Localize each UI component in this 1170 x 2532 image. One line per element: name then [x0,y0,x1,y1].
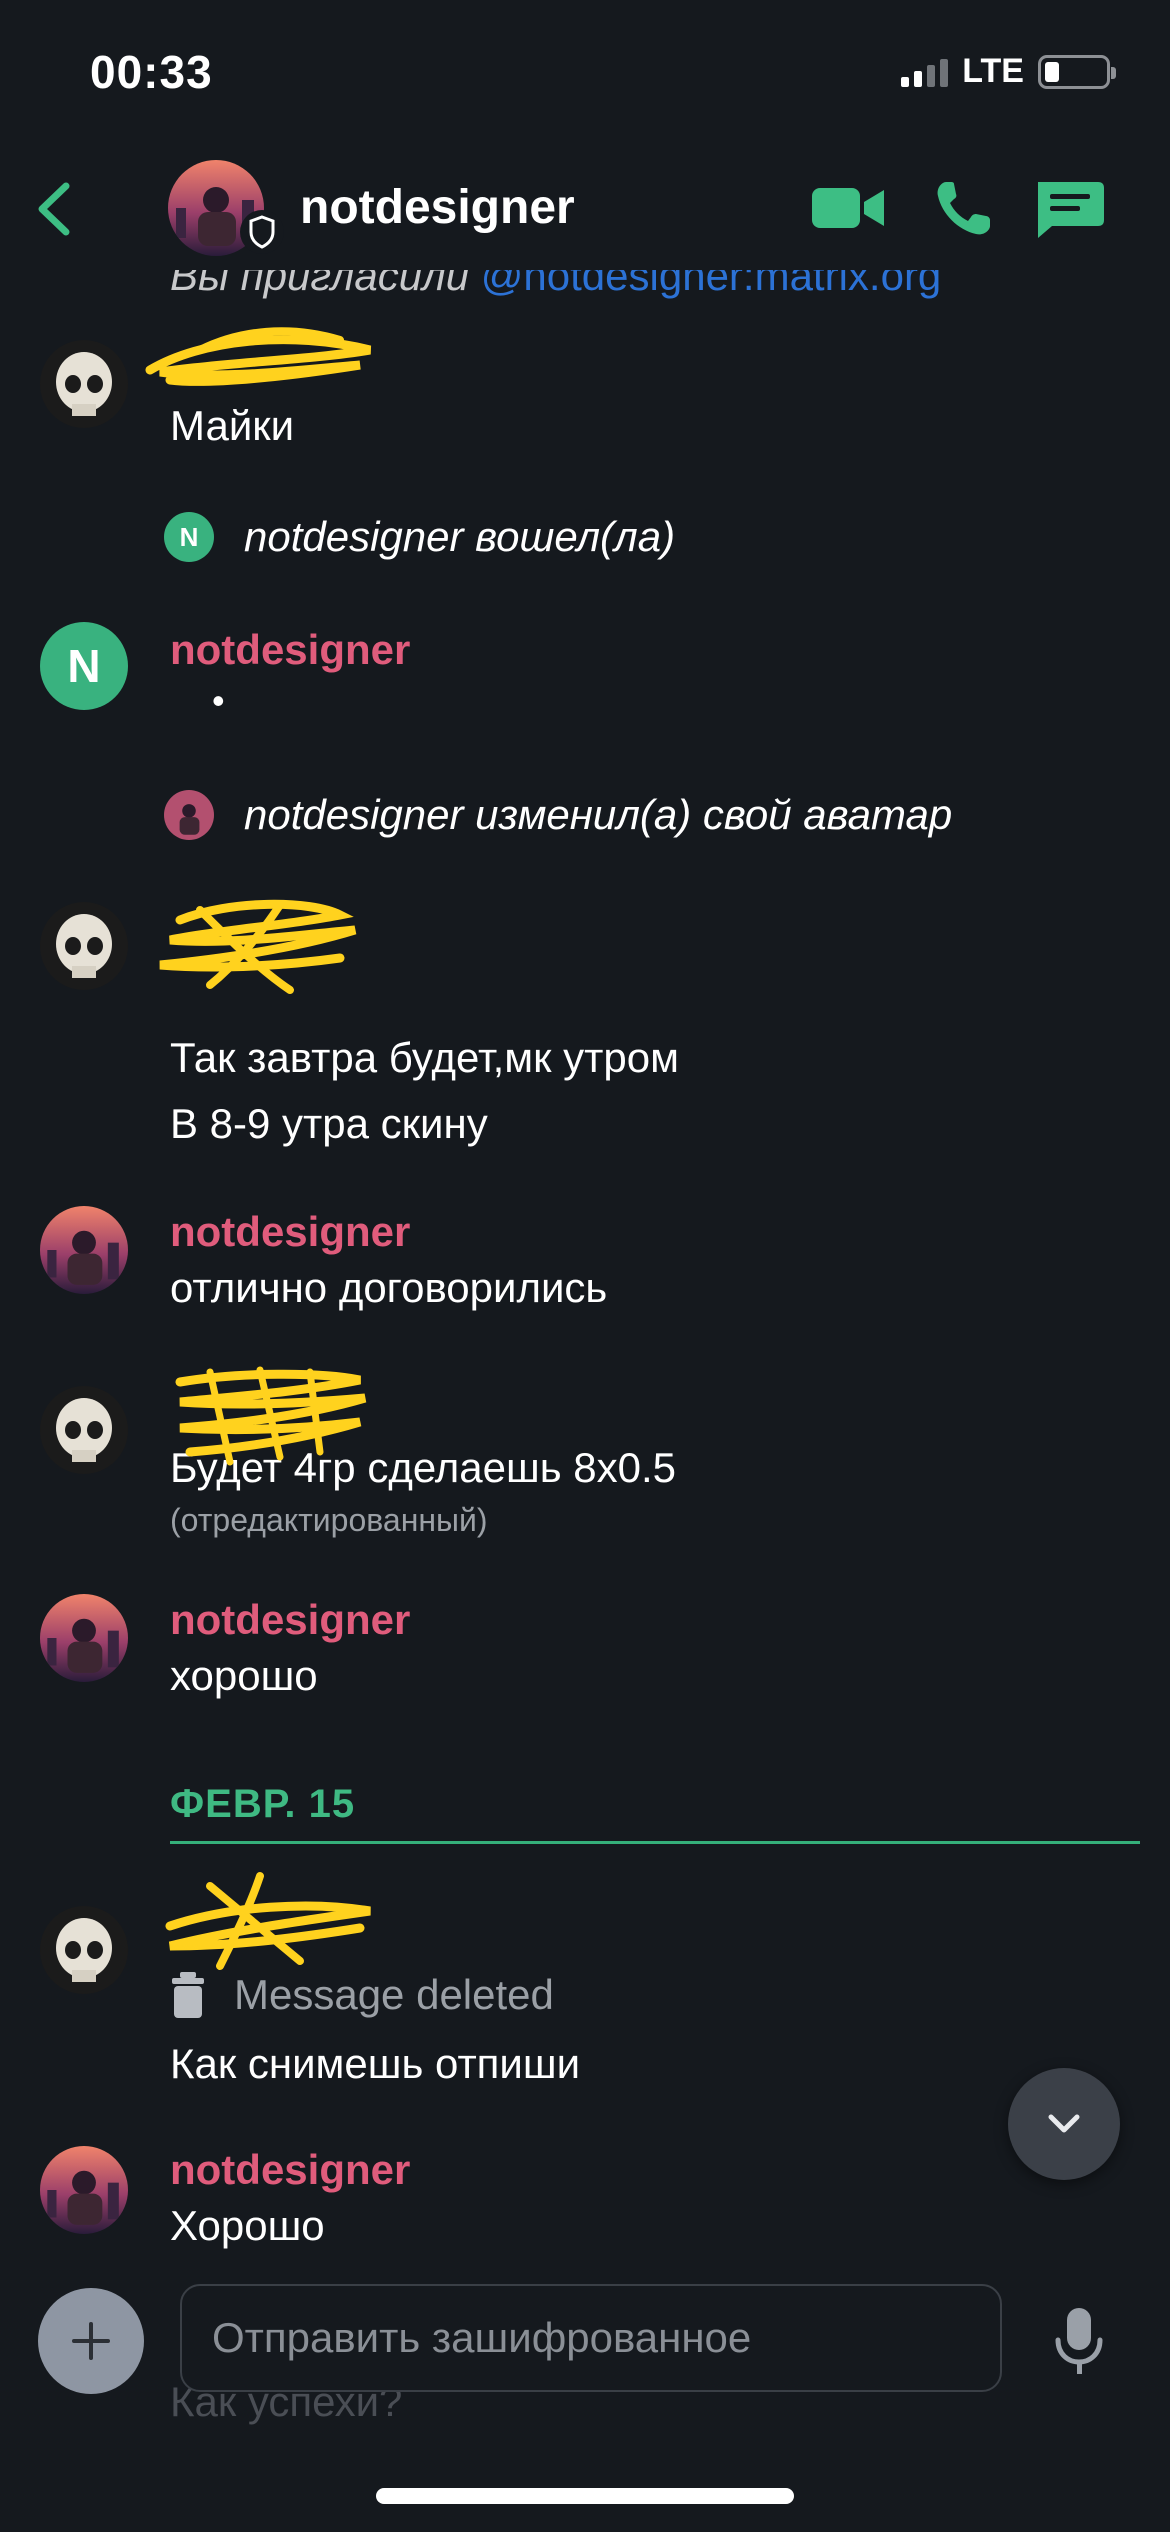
avatar[interactable] [40,340,128,428]
user-mention[interactable]: @notdesigner:matrix.org [481,270,942,299]
avatar[interactable] [40,1906,128,1994]
back-icon[interactable] [22,174,92,244]
avatar[interactable] [40,902,128,990]
date-label: ФЕВР. 15 [170,1782,356,1826]
microphone-icon[interactable] [1046,2302,1112,2382]
room-header: notdesigner [0,150,1170,270]
add-button[interactable] [38,2288,144,2394]
membership-event: N notdesigner вошел(ла) [164,512,675,562]
status-indicators: LTE [901,52,1116,91]
invite-event: Вы пригласили @notdesigner:matrix.org [170,270,941,300]
deleted-message: Message deleted [170,1970,554,2020]
status-time: 00:33 [90,46,213,98]
cellular-signal-icon [901,57,949,87]
message-line: Так завтра будет,мк утром [170,1034,680,1081]
home-indicator [376,2488,794,2504]
message-body: отлично договорились [170,1264,608,1311]
sender-name[interactable]: notdesigner [170,626,410,674]
message-body: Майки [170,402,295,449]
message-body: Хорошо [170,2202,325,2249]
message-body: • [212,680,225,721]
date-separator: ФЕВР. 15 [170,1690,1140,1844]
composer [0,2270,1170,2410]
redaction-scribble [175,1366,367,1466]
scroll-to-bottom-button[interactable] [1008,2068,1120,2180]
message-line: В 8-9 утра скину [170,1100,488,1147]
network-label: LTE [962,52,1024,90]
avatar[interactable] [40,1386,128,1474]
video-call-icon[interactable] [808,176,888,240]
avatar [164,790,214,840]
timeline[interactable]: Вы пригласили @notdesigner:matrix.org Ма… [0,270,1170,2280]
edited-label[interactable]: (отредактированный) [170,1502,488,1539]
redaction-scribble [159,899,357,994]
avatar[interactable] [40,2146,128,2234]
sender-name[interactable]: notdesigner [170,1596,410,1644]
add-icon [72,2322,110,2360]
avatar[interactable]: N [40,622,128,710]
redaction-scribble [145,327,372,386]
redaction-scribble [165,1872,371,1970]
voice-call-icon[interactable] [928,176,1008,240]
avatar[interactable] [40,1594,128,1682]
message-body: Как снимешь отпиши [170,2040,581,2087]
message-input[interactable] [180,2284,1002,2392]
sender-name[interactable]: notdesigner [170,2146,410,2194]
status-bar: 00:33 LTE [0,0,1170,150]
chevron-down-icon [1048,2114,1080,2133]
avatar-change-event: notdesigner изменил(а) свой аватар [164,790,952,840]
threads-icon[interactable] [1030,176,1110,240]
sender-name[interactable]: notdesigner [170,1208,410,1256]
avatar: N [164,512,214,562]
avatar[interactable] [40,1206,128,1294]
trash-icon [172,1972,204,2018]
battery-icon [1038,54,1116,89]
shield-icon [240,210,284,254]
room-title[interactable]: notdesigner [300,180,575,235]
